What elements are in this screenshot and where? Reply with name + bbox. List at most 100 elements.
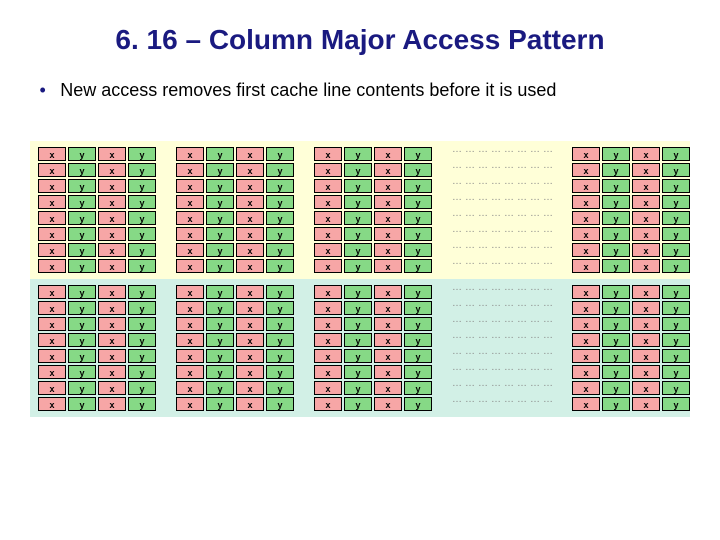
mem-cell-x: x	[236, 381, 264, 395]
mem-cell-y: y	[404, 163, 432, 177]
mem-cell-x: x	[374, 381, 402, 395]
mem-cell-y: y	[344, 317, 372, 331]
mem-cell-x: x	[374, 333, 402, 347]
mem-cell-x: x	[572, 147, 600, 161]
mem-cell-y: y	[68, 397, 96, 411]
page-title: 6. 16 – Column Major Access Pattern	[30, 24, 690, 56]
mem-cell-x: x	[236, 259, 264, 273]
mem-cell-y: y	[662, 285, 690, 299]
mem-cell-y: y	[344, 397, 372, 411]
mem-cell-x: x	[98, 301, 126, 315]
mem-cell-y: y	[206, 163, 234, 177]
mem-cell-y: y	[206, 227, 234, 241]
ellipsis: …………………………	[452, 301, 552, 315]
mem-cell-y: y	[128, 349, 156, 363]
mem-cell-x: x	[572, 163, 600, 177]
mem-cell-y: y	[602, 227, 630, 241]
mem-cell-x: x	[632, 349, 660, 363]
mem-cell-y: y	[128, 147, 156, 161]
mem-cell-x: x	[314, 195, 342, 209]
mem-cell-x: x	[314, 349, 342, 363]
mem-cell-x: x	[176, 195, 204, 209]
mem-cell-y: y	[128, 243, 156, 257]
mem-cell-x: x	[236, 195, 264, 209]
ellipsis: …………………………	[452, 365, 552, 379]
mem-cell-y: y	[404, 349, 432, 363]
mem-cell-y: y	[206, 301, 234, 315]
ellipsis: …………………………	[452, 211, 552, 225]
mem-cell-x: x	[374, 243, 402, 257]
ellipsis-column: ……………………………………………………………………………………………………………	[452, 147, 552, 273]
mem-cell-y: y	[266, 317, 294, 331]
mem-cell-y: y	[662, 179, 690, 193]
mem-cell-y: y	[404, 211, 432, 225]
mem-cell-x: x	[98, 259, 126, 273]
mem-cell-y: y	[404, 259, 432, 273]
mem-cell-y: y	[662, 349, 690, 363]
mem-cell-x: x	[572, 285, 600, 299]
mem-cell-x: x	[38, 147, 66, 161]
memory-layout-diagram: xyxyxyxyxyxyxyxyxyxyxyxyxyxyxyxyxyxyxyxy…	[0, 141, 720, 417]
mem-cell-y: y	[344, 195, 372, 209]
mem-cell-y: y	[344, 333, 372, 347]
mem-cell-y: y	[602, 147, 630, 161]
ellipsis: …………………………	[452, 397, 552, 411]
mem-cell-x: x	[38, 317, 66, 331]
mem-cell-x: x	[176, 285, 204, 299]
mem-cell-x: x	[98, 147, 126, 161]
mem-cell-y: y	[68, 349, 96, 363]
mem-cell-y: y	[404, 243, 432, 257]
mem-cell-x: x	[38, 381, 66, 395]
mem-cell-y: y	[68, 317, 96, 331]
mem-cell-x: x	[632, 163, 660, 177]
mem-cell-x: x	[374, 195, 402, 209]
mem-cell-x: x	[236, 227, 264, 241]
mem-cell-y: y	[68, 285, 96, 299]
mem-cell-y: y	[404, 317, 432, 331]
ellipsis: …………………………	[452, 259, 552, 273]
mem-cell-x: x	[38, 163, 66, 177]
mem-cell-y: y	[602, 349, 630, 363]
mem-cell-x: x	[374, 211, 402, 225]
mem-cell-x: x	[632, 301, 660, 315]
mem-cell-y: y	[206, 333, 234, 347]
ellipsis: …………………………	[452, 317, 552, 331]
mem-cell-x: x	[374, 147, 402, 161]
cache-line-section: xyxyxyxyxyxyxyxyxyxyxyxyxyxyxyxy	[38, 147, 156, 273]
mem-cell-x: x	[176, 365, 204, 379]
mem-cell-x: x	[176, 397, 204, 411]
ellipsis: …………………………	[452, 195, 552, 209]
mem-cell-y: y	[344, 163, 372, 177]
mem-cell-x: x	[632, 227, 660, 241]
mem-cell-x: x	[38, 285, 66, 299]
cache-line-section: xyxyxyxyxyxyxyxyxyxyxyxyxyxyxyxy	[572, 147, 690, 273]
bullet-marker: •	[30, 80, 55, 101]
mem-cell-x: x	[374, 397, 402, 411]
mem-cell-y: y	[344, 301, 372, 315]
mem-cell-x: x	[176, 301, 204, 315]
mem-cell-x: x	[98, 179, 126, 193]
mem-cell-x: x	[98, 317, 126, 331]
ellipsis: …………………………	[452, 333, 552, 347]
mem-cell-y: y	[206, 211, 234, 225]
mem-cell-y: y	[602, 259, 630, 273]
mem-cell-y: y	[68, 163, 96, 177]
mem-cell-y: y	[206, 147, 234, 161]
mem-cell-x: x	[572, 333, 600, 347]
mem-cell-y: y	[206, 349, 234, 363]
mem-cell-y: y	[662, 243, 690, 257]
mem-cell-y: y	[128, 317, 156, 331]
mem-cell-x: x	[98, 397, 126, 411]
mem-cell-x: x	[632, 285, 660, 299]
mem-cell-y: y	[602, 211, 630, 225]
mem-cell-y: y	[266, 147, 294, 161]
mem-cell-y: y	[404, 179, 432, 193]
mem-cell-y: y	[128, 163, 156, 177]
mem-cell-x: x	[38, 211, 66, 225]
mem-cell-y: y	[266, 381, 294, 395]
mem-cell-y: y	[266, 365, 294, 379]
mem-cell-x: x	[98, 365, 126, 379]
mem-cell-y: y	[602, 397, 630, 411]
mem-cell-y: y	[602, 381, 630, 395]
cache-line-section: xyxyxyxyxyxyxyxyxyxyxyxyxyxyxyxy	[572, 285, 690, 411]
